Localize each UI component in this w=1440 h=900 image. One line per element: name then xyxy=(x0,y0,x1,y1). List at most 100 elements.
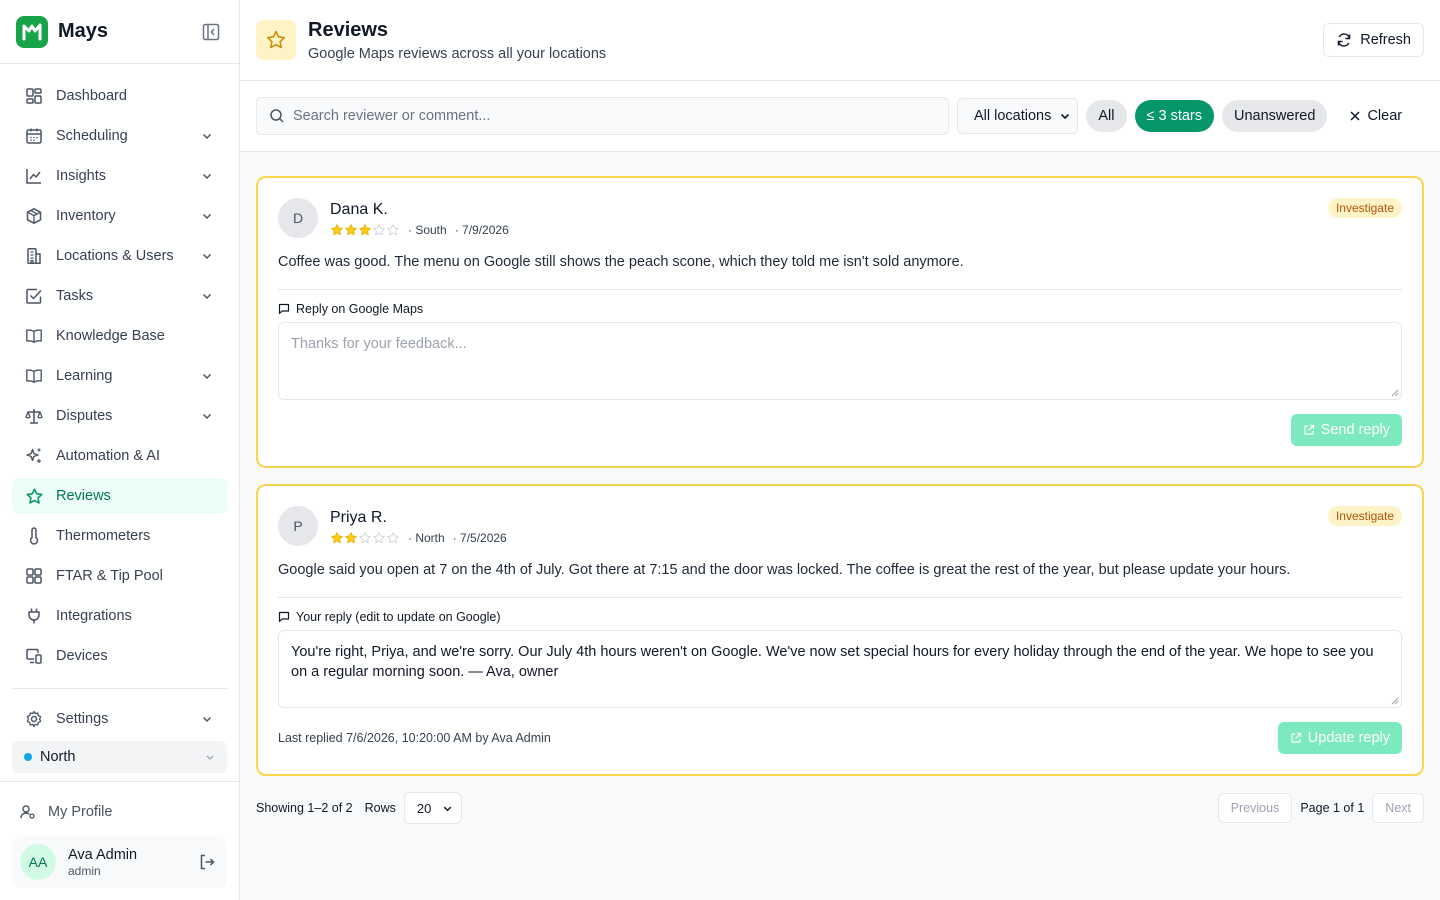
sidebar-item-label: Locations & Users xyxy=(56,248,174,264)
chevron-down-icon xyxy=(199,408,215,424)
sidebar-item-integrations[interactable]: Integrations xyxy=(12,598,227,634)
filter-chip-all[interactable]: All xyxy=(1086,100,1127,132)
sidebar-item-label: Learning xyxy=(56,368,113,384)
update-reply-button[interactable]: Update reply xyxy=(1277,722,1402,754)
logout-icon[interactable] xyxy=(195,850,219,874)
page-info: Page 1 of 1 xyxy=(1300,801,1365,815)
sidebar-item-label: Devices xyxy=(56,648,108,664)
box-icon xyxy=(24,206,44,226)
resize-handle-icon[interactable] xyxy=(1391,697,1399,705)
rows-per-page-select[interactable]: 20 xyxy=(403,792,462,824)
sidebar-collapse-icon[interactable] xyxy=(199,20,223,44)
reviewer-avatar: D xyxy=(278,198,318,238)
review-date: · 7/9/2026 xyxy=(454,223,509,237)
review-card: D Dana K. · South · 7/9/2026 Investigate… xyxy=(256,176,1424,468)
star-empty-icon xyxy=(358,531,372,545)
sidebar-item-disputes[interactable]: Disputes xyxy=(12,398,227,434)
clear-label: Clear xyxy=(1367,108,1403,124)
devices-icon xyxy=(24,646,44,666)
scale-icon xyxy=(24,406,44,426)
my-profile-link[interactable]: My Profile xyxy=(12,796,227,828)
location-status-dot xyxy=(24,753,32,761)
book-icon xyxy=(24,326,44,346)
sidebar-item-automation-and-ai[interactable]: Automation & AI xyxy=(12,438,227,474)
location-switcher[interactable]: North xyxy=(12,741,227,773)
sidebar-item-dashboard[interactable]: Dashboard xyxy=(12,78,227,114)
sidebar-item-label: Scheduling xyxy=(56,128,128,144)
user-role: admin xyxy=(68,863,101,878)
sidebar-item-ftar-and-tip-pool[interactable]: FTAR & Tip Pool xyxy=(12,558,227,594)
resize-handle-icon[interactable] xyxy=(1391,389,1399,397)
close-icon xyxy=(1349,110,1361,122)
send-reply-button[interactable]: Send reply xyxy=(1290,414,1402,446)
review-location: · South xyxy=(408,223,447,237)
sidebar: Mays Dashboard Scheduling Insights Inventor… xyxy=(0,0,240,900)
reviewer-avatar: P xyxy=(278,506,318,546)
chevron-down-icon xyxy=(1059,110,1071,122)
review-location: · North xyxy=(408,531,445,545)
sidebar-item-tasks[interactable]: Tasks xyxy=(12,278,227,314)
star-rating xyxy=(330,223,400,237)
sidebar-item-settings[interactable]: Settings xyxy=(12,701,227,737)
user-card: AA Ava Admin admin xyxy=(12,836,227,888)
chevron-down-icon xyxy=(199,128,215,144)
star-filled-icon xyxy=(358,223,372,237)
external-link-icon xyxy=(1290,732,1302,744)
sidebar-item-scheduling[interactable]: Scheduling xyxy=(12,118,227,154)
page-title: Reviews xyxy=(308,18,389,41)
reply-button-label: Update reply xyxy=(1307,730,1390,746)
user-name: Ava Admin xyxy=(68,846,138,863)
star-empty-icon xyxy=(372,531,386,545)
sidebar-item-inventory[interactable]: Inventory xyxy=(12,198,227,234)
rows-label: Rows xyxy=(364,801,396,815)
reply-textarea[interactable]: Thanks for your feedback... xyxy=(278,322,1402,400)
search-input[interactable] xyxy=(293,108,936,124)
sidebar-item-label: Reviews xyxy=(56,488,111,504)
reply-label: Reply on Google Maps xyxy=(296,302,424,316)
star-filled-icon xyxy=(330,223,344,237)
grid-icon xyxy=(24,566,44,586)
reply-textarea[interactable]: You're right, Priya, and we're sorry. Ou… xyxy=(278,630,1402,708)
brand-bar: Mays xyxy=(0,0,239,64)
sidebar-nav: Dashboard Scheduling Insights Inventory Loca… xyxy=(0,64,239,678)
sidebar-item-label: Inventory xyxy=(56,208,116,224)
review-text: Google said you open at 7 on the 4th of … xyxy=(278,562,1291,578)
chevron-down-icon xyxy=(199,208,215,224)
previous-page-button[interactable]: Previous xyxy=(1217,793,1293,823)
sidebar-item-learning[interactable]: Learning xyxy=(12,358,227,394)
sidebar-item-label: Automation & AI xyxy=(56,448,160,464)
sidebar-item-devices[interactable]: Devices xyxy=(12,638,227,674)
nav-divider xyxy=(12,688,227,689)
brand-name: Mays xyxy=(58,20,109,42)
sidebar-item-knowledge-base[interactable]: Knowledge Base xyxy=(12,318,227,354)
chevron-down-icon xyxy=(199,711,215,727)
message-square-icon xyxy=(278,611,290,623)
sidebar-item-label: Thermometers xyxy=(56,528,151,544)
sidebar-item-insights[interactable]: Insights xyxy=(12,158,227,194)
chart-icon xyxy=(24,166,44,186)
sidebar-item-reviews[interactable]: Reviews xyxy=(12,478,227,514)
star-filled-icon xyxy=(330,531,344,545)
dashboard-icon xyxy=(24,86,44,106)
review-text: Coffee was good. The menu on Google stil… xyxy=(278,254,964,270)
sidebar-item-locations-and-users[interactable]: Locations & Users xyxy=(12,238,227,274)
sidebar-item-label: Settings xyxy=(56,711,109,727)
filter-chip-unanswered[interactable]: Unanswered xyxy=(1222,100,1328,132)
refresh-button[interactable]: Refresh xyxy=(1323,23,1424,57)
next-page-button[interactable]: Next xyxy=(1372,793,1424,823)
reply-button-label: Send reply xyxy=(1320,422,1390,438)
location-filter-select[interactable]: All locations xyxy=(957,98,1079,134)
sidebar-item-label: Insights xyxy=(56,168,106,184)
star-empty-icon xyxy=(372,223,386,237)
my-profile-label: My Profile xyxy=(48,804,113,820)
book-open-icon xyxy=(24,366,44,386)
search-icon xyxy=(269,108,285,124)
sidebar-item-label: Disputes xyxy=(56,408,113,424)
review-card: P Priya R. · North · 7/5/2026 Investigat… xyxy=(256,484,1424,776)
location-filter-value: All locations xyxy=(974,108,1052,124)
filter-chip-low-stars[interactable]: ≤ 3 stars xyxy=(1134,100,1215,132)
chevron-down-icon xyxy=(199,248,215,264)
chevron-down-icon xyxy=(199,168,215,184)
sidebar-item-thermometers[interactable]: Thermometers xyxy=(12,518,227,554)
clear-filters-button[interactable]: Clear xyxy=(1337,100,1414,132)
